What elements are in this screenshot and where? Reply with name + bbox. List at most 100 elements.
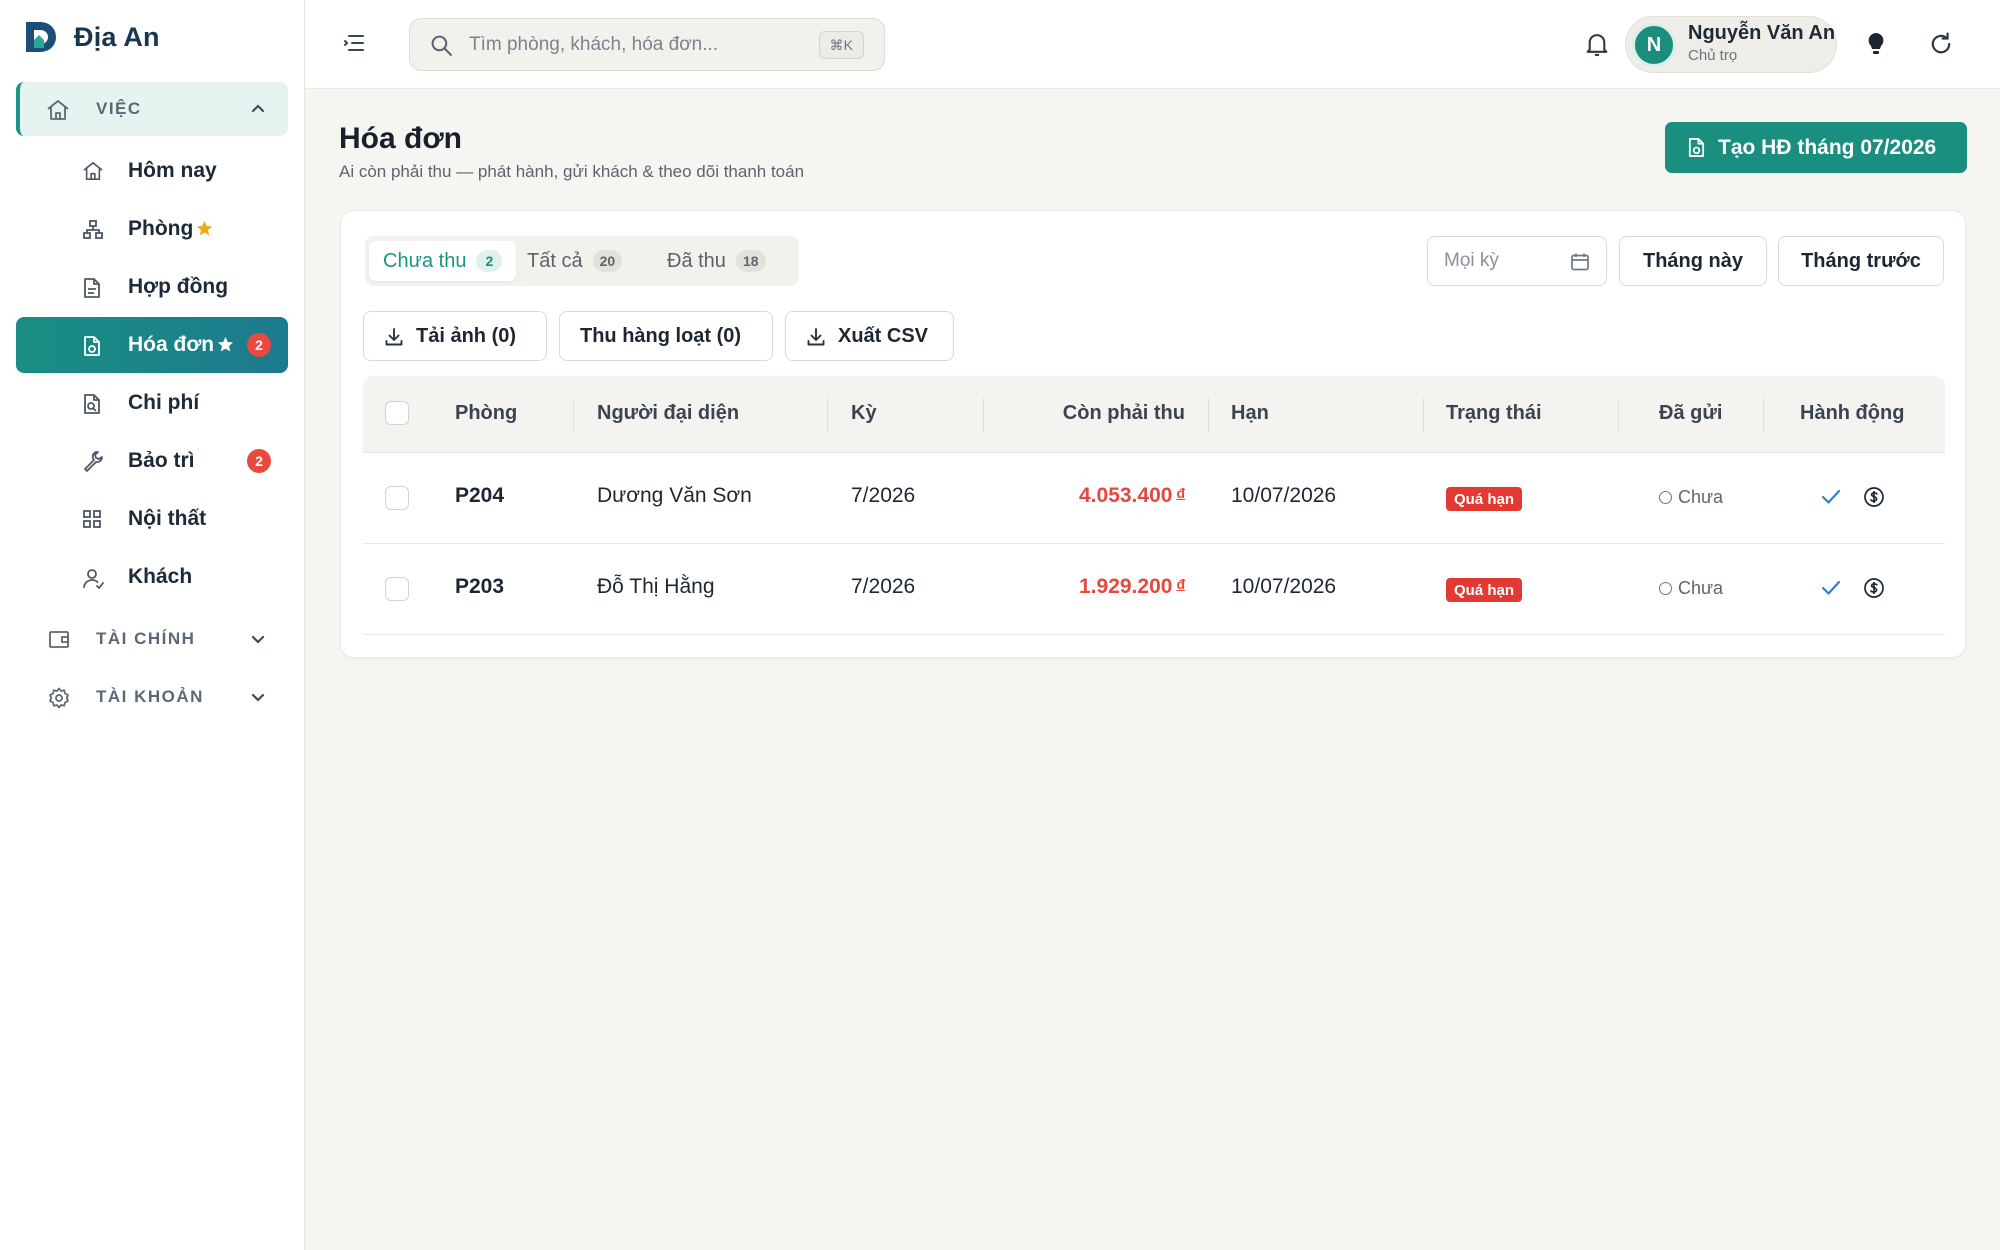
page-title: Hóa đơn xyxy=(339,122,462,155)
tab-count: 18 xyxy=(735,250,766,272)
last-month-button[interactable]: Tháng trước xyxy=(1778,236,1944,286)
expense-icon xyxy=(82,393,102,415)
room-cell[interactable]: P203 xyxy=(455,575,504,599)
home-icon xyxy=(82,161,104,181)
column-header-due[interactable]: Hạn xyxy=(1231,402,1269,425)
sent-label: Chưa xyxy=(1678,487,1724,507)
sent-status: Chưa xyxy=(1659,578,1723,599)
period-cell: 7/2026 xyxy=(851,575,916,598)
column-header-remaining[interactable]: Còn phải thu xyxy=(1063,402,1185,425)
table-header: Phòng Người đại diện Kỳ Còn phải thu Hạn… xyxy=(363,376,1945,453)
this-month-button[interactable]: Tháng này xyxy=(1619,236,1767,286)
row-checkbox[interactable] xyxy=(385,486,409,510)
avatar: N xyxy=(1632,23,1676,67)
period-cell: 7/2026 xyxy=(851,484,916,507)
sidebar-item-label: Hôm nay xyxy=(128,159,217,182)
invoice-icon xyxy=(1687,137,1706,158)
menu-toggle-icon[interactable] xyxy=(343,33,365,53)
sidebar-item-chi-phi[interactable]: Chi phí xyxy=(16,375,288,431)
sidebar-group-label: TÀI KHOẢN xyxy=(96,687,204,706)
column-header-status[interactable]: Trạng thái xyxy=(1446,402,1542,425)
sidebar-item-label: Nội thất xyxy=(128,507,207,530)
wrench-icon xyxy=(82,451,104,473)
sidebar-item-label: Bảo trì xyxy=(128,449,195,472)
export-csv-button[interactable]: Xuất CSV xyxy=(785,311,954,361)
refresh-icon[interactable] xyxy=(1929,32,1953,56)
sent-status: Chưa xyxy=(1659,487,1723,508)
count-badge: 2 xyxy=(247,449,271,473)
tab-label: Chưa thu xyxy=(383,249,467,272)
table-row[interactable]: P204 Dương Văn Sơn 7/2026 4.053.400 đ 10/… xyxy=(363,453,1945,544)
invoice-icon xyxy=(82,335,102,357)
remaining-cell: 1.929.200 đ xyxy=(1079,575,1185,599)
download-icon xyxy=(806,327,826,347)
brand[interactable]: Địa An xyxy=(22,18,160,56)
create-invoices-label: Tạo HĐ tháng 07/2026 xyxy=(1718,136,1937,159)
column-header-period[interactable]: Kỳ xyxy=(851,402,877,425)
remaining-amount: 1.929.200 xyxy=(1079,575,1173,598)
sidebar-item-label: Chi phí xyxy=(128,391,200,414)
column-header-room[interactable]: Phòng xyxy=(455,402,517,425)
column-divider xyxy=(827,398,828,432)
period-picker[interactable]: Mọi kỳ xyxy=(1427,236,1607,286)
user-name: Nguyễn Văn An xyxy=(1688,22,1836,44)
status-tabs: Chưa thu 2 Tất cả 20 Đã thu 18 xyxy=(365,236,799,286)
sidebar-item-hop-dong[interactable]: Hợp đồng xyxy=(16,259,288,315)
column-header-sent[interactable]: Đã gửi xyxy=(1659,402,1722,425)
sidebar-item-phong[interactable]: Phòng xyxy=(16,201,288,257)
bell-icon[interactable] xyxy=(1585,32,1609,57)
select-all-checkbox[interactable] xyxy=(385,401,409,425)
tab-tat-ca[interactable]: Tất cả 20 xyxy=(513,241,636,281)
sidebar-item-noi-that[interactable]: Nội thất xyxy=(16,491,288,547)
count-badge: 2 xyxy=(247,333,271,357)
guest-icon xyxy=(82,567,104,589)
create-invoices-button[interactable]: Tạo HĐ tháng 07/2026 xyxy=(1665,122,1967,173)
rooms-icon xyxy=(82,219,104,241)
mark-paid-check-icon[interactable] xyxy=(1820,486,1842,508)
table-row[interactable]: P203 Đỗ Thị Hằng 7/2026 1.929.200 đ 10/07… xyxy=(363,544,1945,635)
sidebar-item-bao-tri[interactable]: Bảo trì 2 xyxy=(16,433,288,489)
column-header-actions: Hành động xyxy=(1800,402,1905,424)
user-role: Chủ trọ xyxy=(1688,47,1738,64)
currency-symbol: đ xyxy=(1176,576,1185,592)
column-header-representative[interactable]: Người đại diện xyxy=(597,402,739,425)
sidebar-item-label: Phòng xyxy=(128,217,194,240)
bulk-collect-button[interactable]: Thu hàng loạt (0) xyxy=(559,311,773,361)
search-icon xyxy=(430,34,453,57)
mark-paid-check-icon[interactable] xyxy=(1820,577,1842,599)
download-images-button[interactable]: Tải ảnh (0) xyxy=(363,311,547,361)
period-placeholder: Mọi kỳ xyxy=(1444,250,1499,271)
tab-da-thu[interactable]: Đã thu 18 xyxy=(653,241,780,281)
tab-count: 20 xyxy=(592,250,623,272)
room-cell[interactable]: P204 xyxy=(455,484,504,508)
sidebar-group-tai-khoan[interactable]: TÀI KHOẢN xyxy=(16,670,288,724)
collect-payment-dollar-icon[interactable] xyxy=(1863,577,1885,599)
bulk-collect-label: Thu hàng loạt (0) xyxy=(580,325,742,347)
chevron-down-icon xyxy=(250,689,266,705)
lightbulb-icon[interactable] xyxy=(1866,32,1886,56)
column-divider xyxy=(573,398,574,432)
search-input[interactable]: Tìm phòng, khách, hóa đơn... ⌘K xyxy=(409,18,885,71)
circle-icon xyxy=(1659,491,1672,504)
sidebar-group-tai-chinh[interactable]: TÀI CHÍNH xyxy=(16,612,288,666)
sidebar-item-hoa-don[interactable]: Hóa đơn 2 xyxy=(16,317,288,373)
download-icon xyxy=(384,327,404,347)
sidebar-item-khach[interactable]: Khách xyxy=(16,549,288,605)
sidebar-group-viec[interactable]: VIỆC xyxy=(16,82,288,136)
remaining-cell: 4.053.400 đ xyxy=(1079,484,1185,508)
star-icon xyxy=(217,336,234,353)
status-badge: Quá hạn xyxy=(1446,487,1523,511)
gear-icon xyxy=(48,687,70,709)
tab-label: Đã thu xyxy=(667,249,726,272)
sidebar: Địa An VIỆC Hôm nay Phòng Hợp đồng Hóa đ… xyxy=(0,0,305,1250)
tab-chua-thu[interactable]: Chưa thu 2 xyxy=(369,241,517,281)
column-divider xyxy=(1763,398,1764,432)
tab-label: Tất cả xyxy=(527,249,583,272)
user-menu[interactable]: N Nguyễn Văn An Chủ trọ xyxy=(1625,16,1837,73)
sidebar-item-hom-nay[interactable]: Hôm nay xyxy=(16,143,288,199)
topbar: Tìm phòng, khách, hóa đơn... ⌘K N Nguyễn… xyxy=(305,0,2000,89)
row-checkbox[interactable] xyxy=(385,577,409,601)
home-icon xyxy=(46,99,70,121)
currency-symbol: đ xyxy=(1176,485,1185,501)
collect-payment-dollar-icon[interactable] xyxy=(1863,486,1885,508)
